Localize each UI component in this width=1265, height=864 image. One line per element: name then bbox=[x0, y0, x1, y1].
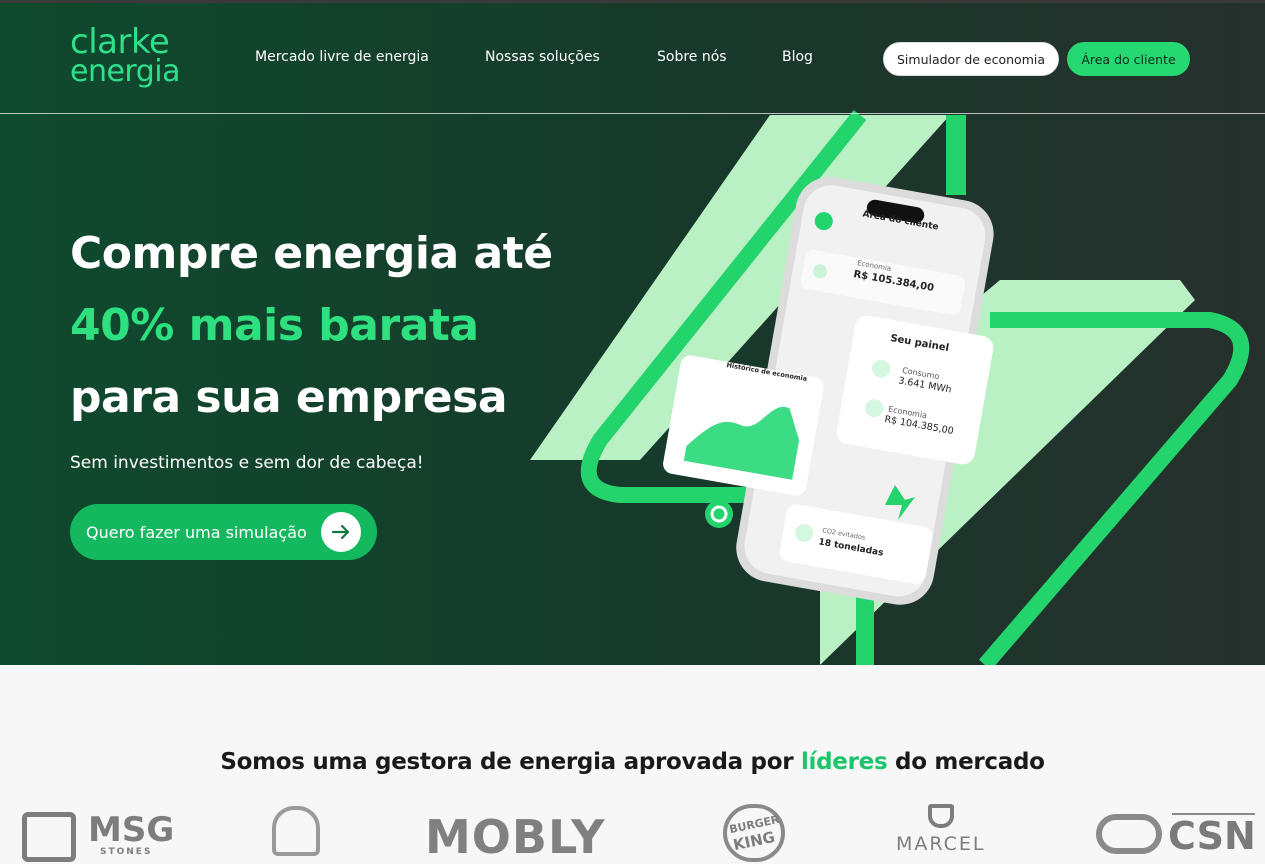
history-chart-title: Histórico de economia bbox=[725, 360, 808, 384]
partners-section: Somos uma gestora de energia aprovada po… bbox=[0, 665, 1265, 864]
partners-title-text: Somos uma gestora de energia aprovada po… bbox=[220, 749, 801, 775]
co2-value: 18 toneladas bbox=[817, 537, 885, 559]
logo-line-2: energia bbox=[70, 54, 181, 89]
partners-title-end: do mercado bbox=[887, 749, 1045, 775]
panel-title: Seu painel bbox=[889, 332, 950, 355]
nav-mercado-livre[interactable]: Mercado livre de energia bbox=[255, 49, 429, 65]
phone-economy-value: R$ 105.384,00 bbox=[852, 269, 935, 294]
brand-marcel: MARCEL bbox=[896, 833, 986, 855]
partners-title-highlight: líderes bbox=[800, 749, 888, 775]
arrow-right-icon bbox=[321, 512, 361, 552]
simulation-cta-button[interactable]: Quero fazer uma simulação bbox=[70, 504, 377, 560]
client-area-button[interactable]: Área do cliente bbox=[1067, 42, 1190, 76]
brand-csn: CSN bbox=[1168, 814, 1256, 858]
hero-title-line-3: para sua empresa bbox=[70, 372, 508, 423]
phone-area-title: Área do cliente bbox=[861, 209, 940, 233]
csn-logo-icon bbox=[1096, 814, 1162, 854]
nav-nossas-solucoes[interactable]: Nossas soluções bbox=[485, 49, 600, 65]
clarke-logo[interactable]: clarke energia bbox=[70, 22, 181, 89]
simulator-button[interactable]: Simulador de economia bbox=[883, 42, 1059, 76]
logo-line-1: clarke bbox=[70, 22, 170, 62]
partner-logos: MSG STONES MOBLY BURGER KING MARCEL CSN bbox=[0, 800, 1265, 864]
hero-title-line-1: Compre energia até bbox=[70, 228, 553, 279]
partners-title: Somos uma gestora de energia aprovada po… bbox=[0, 749, 1265, 775]
bear-logo-icon bbox=[272, 806, 320, 856]
nav-blog[interactable]: Blog bbox=[782, 49, 813, 65]
msg-logo-icon bbox=[22, 812, 76, 862]
brand-msg: MSG bbox=[88, 810, 175, 850]
hero-title-line-2: 40% mais barata bbox=[70, 300, 479, 351]
hero-subtitle: Sem investimentos e sem dor de cabeça! bbox=[70, 453, 424, 473]
site-header: clarke energia Mercado livre de energia … bbox=[0, 3, 1265, 114]
nav-sobre-nos[interactable]: Sobre nós bbox=[657, 49, 727, 65]
hero-section: Área do cliente Economia R$ 105.384,00 H… bbox=[0, 0, 1265, 665]
marcel-shield-icon bbox=[928, 804, 954, 828]
cta-label: Quero fazer uma simulação bbox=[86, 522, 307, 542]
